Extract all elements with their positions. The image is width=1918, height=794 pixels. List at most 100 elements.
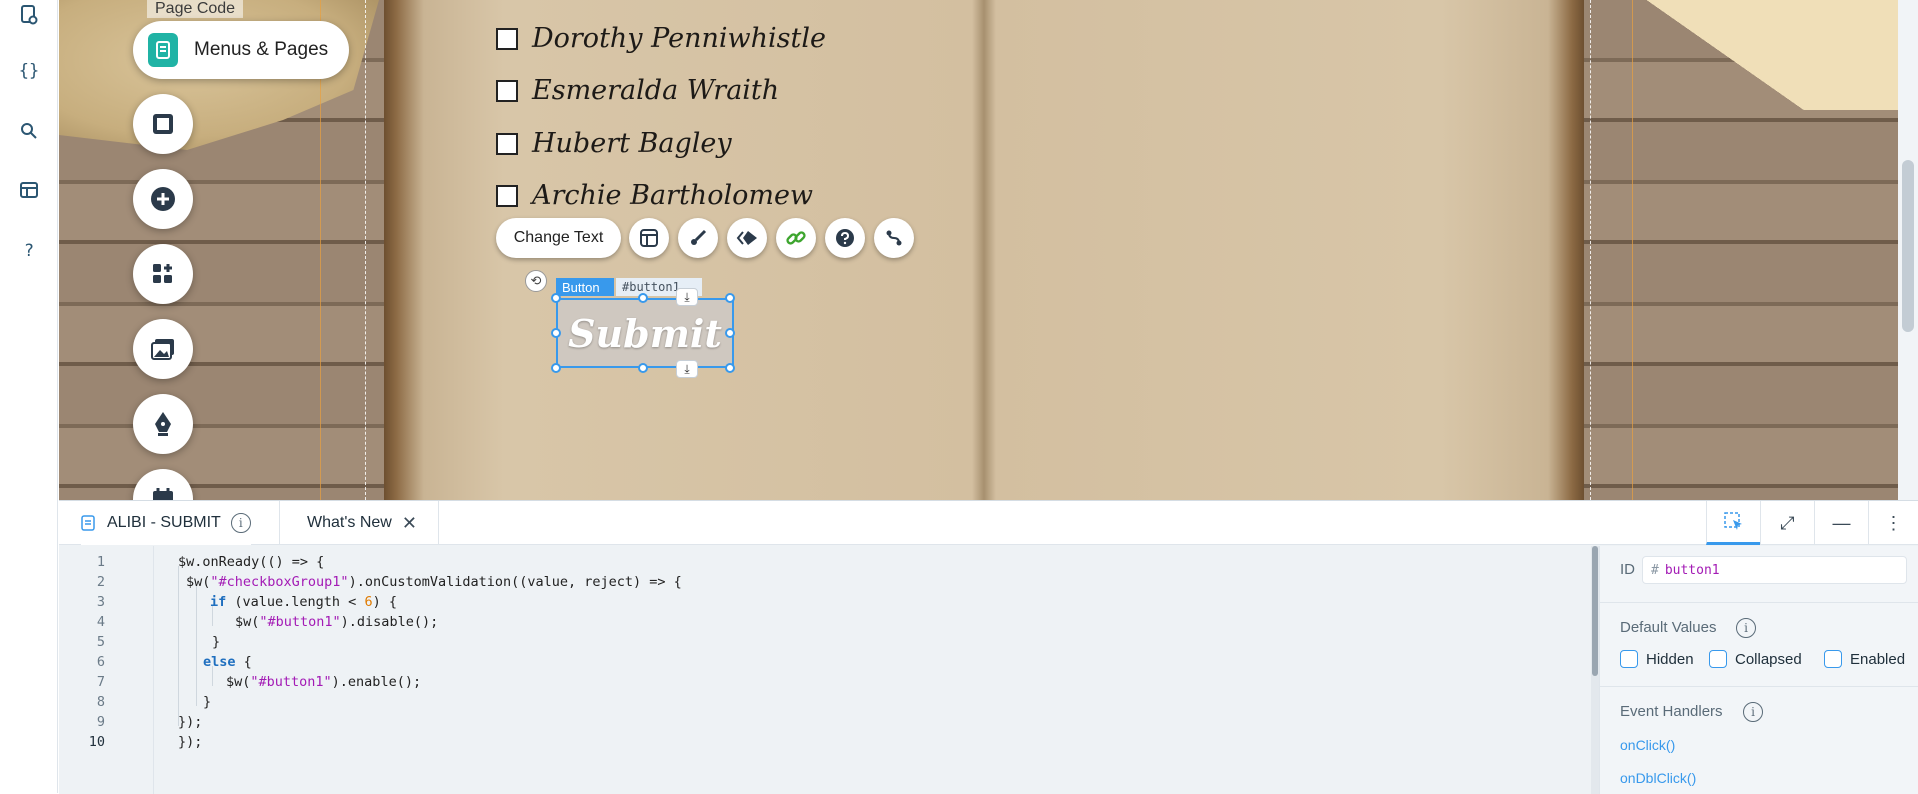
left-sidebar: {} ?	[0, 0, 58, 793]
layout-icon[interactable]	[629, 218, 669, 258]
page-code-icon[interactable]	[14, 0, 44, 30]
code-line: 6 else {	[59, 654, 1559, 674]
selection-type-tag: Button	[556, 278, 614, 296]
collapsed-checkbox[interactable]: Collapsed	[1709, 650, 1802, 668]
code-braces-icon[interactable]: {}	[14, 56, 44, 86]
code-line: 3 if (value.length < 6) {	[59, 594, 1559, 614]
resize-handle-ml[interactable]	[551, 328, 561, 338]
tab-whats-new[interactable]: What's New ✕	[307, 501, 417, 545]
resize-handle-bm[interactable]	[638, 363, 648, 373]
checkbox-label: Hubert Bagley	[532, 128, 732, 159]
checkbox-label: Hidden	[1646, 650, 1694, 668]
rotate-icon[interactable]: ⟲	[525, 270, 547, 292]
checkbox[interactable]	[496, 184, 518, 207]
line-number: 2	[96, 574, 105, 590]
media-icon[interactable]	[133, 319, 193, 379]
add-icon[interactable]	[133, 169, 193, 229]
page-file-icon	[81, 515, 95, 531]
info-icon[interactable]: i	[1743, 702, 1763, 722]
stretch-down-icon[interactable]: ⤓	[676, 360, 698, 378]
connect-icon[interactable]	[874, 218, 914, 258]
canvas-scroll-thumb[interactable]	[1902, 160, 1914, 332]
line-number: 9	[96, 714, 105, 730]
ondblclick-handler-link[interactable]: onDblClick()	[1620, 770, 1696, 786]
code-scrollbar[interactable]	[1591, 546, 1599, 794]
resize-handle-br[interactable]	[725, 363, 735, 373]
page-code-label: Page Code	[147, 0, 244, 18]
checkbox[interactable]	[496, 27, 518, 50]
hash-icon: #	[1651, 562, 1659, 578]
hidden-checkbox[interactable]: Hidden	[1620, 650, 1694, 668]
line-number: 8	[96, 694, 105, 710]
resize-handle-tr[interactable]	[725, 293, 735, 303]
help-icon[interactable]: ?	[14, 236, 44, 266]
section-guide-right	[1632, 0, 1633, 500]
search-icon[interactable]	[14, 116, 44, 146]
checkbox-box[interactable]	[1824, 650, 1842, 668]
code-line: 2 $w("#checkboxGroup1").onCustomValidatio…	[59, 574, 1559, 594]
menus-pages-button[interactable]: Menus & Pages	[133, 21, 349, 79]
tab-label: What's New	[307, 514, 392, 531]
add-apps-icon[interactable]	[133, 244, 193, 304]
submit-button[interactable]: Submit	[556, 298, 734, 368]
checkbox-label: Esmeralda Wraith	[532, 75, 780, 106]
checkbox[interactable]	[496, 79, 518, 102]
code-scroll-thumb[interactable]	[1592, 546, 1598, 676]
info-icon[interactable]: i	[1736, 618, 1756, 638]
tab-label: ALIBI - SUBMIT	[107, 514, 221, 531]
grid-guide-left	[365, 0, 366, 500]
code-line: 4 $w("#button1").disable();	[59, 614, 1559, 634]
code-line: 9});	[59, 714, 1559, 734]
checkbox-item[interactable]: Esmeralda Wraith	[496, 75, 779, 106]
checkbox-item[interactable]: Hubert Bagley	[496, 128, 732, 159]
code-panel-tabbar: ALIBI - SUBMIT i What's New ✕ ⤢ — ⋮	[59, 501, 1918, 545]
checkbox-item[interactable]: Dorothy Penniwhistle	[496, 23, 826, 54]
checkbox-label: Collapsed	[1735, 650, 1802, 668]
line-number: 7	[96, 674, 105, 690]
code-line: 1 $w.onReady(() => {	[59, 554, 1559, 574]
database-icon[interactable]	[14, 175, 44, 205]
id-input[interactable]: # button1	[1642, 556, 1907, 584]
tab-divider	[279, 501, 280, 545]
checkbox-box[interactable]	[1620, 650, 1638, 668]
help-circle-icon[interactable]	[825, 218, 865, 258]
divider	[1600, 602, 1918, 603]
resize-handle-tm[interactable]	[638, 293, 648, 303]
animation-icon[interactable]	[727, 218, 767, 258]
resize-handle-tl[interactable]	[551, 293, 561, 303]
editor-canvas[interactable]: Page Code Dorothy Penniwhistle Esmeralda…	[59, 0, 1898, 500]
background-icon[interactable]	[133, 94, 193, 154]
event-handlers-label: Event Handlers	[1620, 703, 1723, 720]
line-number: 5	[96, 634, 105, 650]
code-line: 10});	[59, 734, 1559, 754]
close-icon[interactable]: ✕	[402, 513, 417, 534]
resize-handle-mr[interactable]	[725, 328, 735, 338]
properties-panel: ID # button1 Default Values i Hidden Col…	[1599, 546, 1918, 794]
stretch-down-icon[interactable]: ⤓	[676, 288, 698, 306]
onclick-handler-link[interactable]: onClick()	[1620, 737, 1675, 753]
change-text-button[interactable]: Change Text	[496, 218, 621, 258]
code-line: 5}	[59, 634, 1559, 654]
link-icon[interactable]	[776, 218, 816, 258]
checkbox-box[interactable]	[1709, 650, 1727, 668]
checkbox-label: Archie Bartholomew	[532, 180, 814, 211]
line-number: 1	[96, 554, 105, 570]
default-values-label: Default Values	[1620, 619, 1717, 636]
design-brush-icon[interactable]	[678, 218, 718, 258]
info-icon[interactable]: i	[230, 513, 251, 533]
pen-icon[interactable]	[133, 394, 193, 454]
tab-alibi-submit[interactable]: ALIBI - SUBMIT i	[81, 501, 251, 545]
checkbox[interactable]	[496, 132, 518, 155]
resize-handle-bl[interactable]	[551, 363, 561, 373]
more-options-icon[interactable]: ⋮	[1868, 501, 1918, 545]
canvas-scrollbar[interactable]	[1898, 0, 1918, 500]
checkbox-label: Enabled	[1850, 650, 1906, 668]
minimize-icon[interactable]: —	[1814, 501, 1868, 545]
expand-icon[interactable]: ⤢	[1760, 501, 1814, 545]
select-element-icon[interactable]	[1706, 501, 1760, 545]
code-editor[interactable]: 1 $w.onReady(() => { 2 $w("#checkboxGroup1…	[59, 546, 1591, 794]
divider	[1600, 686, 1918, 687]
enabled-checkbox[interactable]: Enabled	[1824, 650, 1905, 668]
id-value: button1	[1664, 562, 1720, 578]
checkbox-item[interactable]: Archie Bartholomew	[496, 180, 813, 211]
